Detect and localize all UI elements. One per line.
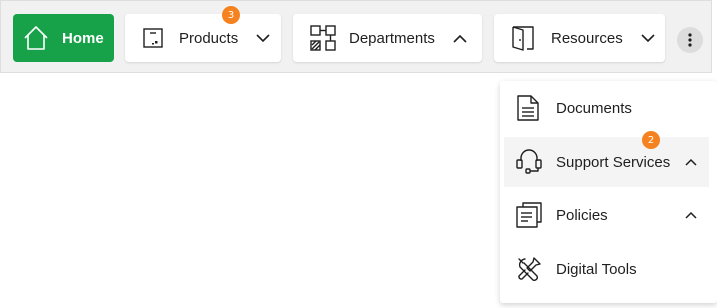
menu-item-documents[interactable]: Documents: [504, 83, 709, 133]
menu-item-label: Digital Tools: [556, 260, 637, 278]
wrench-screwdriver-icon: [516, 256, 542, 282]
org-grid-icon: [310, 25, 336, 51]
documents-stack-icon: [516, 202, 542, 228]
home-label: Home: [62, 29, 104, 47]
menu-item-policies[interactable]: Policies: [504, 190, 709, 240]
chevron-up-icon: [453, 34, 467, 43]
menu-item-support-services[interactable]: Support Services: [504, 137, 709, 187]
more-vertical-icon: [688, 33, 692, 47]
top-navigation-bar: Home Products 3 Departments Resources: [0, 0, 712, 73]
products-badge: 3: [222, 6, 240, 24]
home-icon: [23, 25, 49, 51]
support-services-badge: 2: [642, 131, 660, 149]
resources-label: Resources: [551, 29, 623, 47]
box-icon: [143, 28, 163, 48]
door-icon: [512, 25, 534, 51]
menu-item-label: Support Services: [556, 153, 671, 171]
document-icon: [516, 95, 540, 121]
menu-item-label: Documents: [556, 99, 632, 117]
departments-button[interactable]: Departments: [293, 14, 482, 62]
overflow-dropdown-menu: Documents Support Services 2 Policies Di…: [500, 81, 717, 303]
chevron-down-icon: [641, 33, 655, 43]
departments-label: Departments: [349, 29, 435, 47]
products-button[interactable]: Products: [125, 14, 281, 62]
menu-item-digital-tools[interactable]: Digital Tools: [504, 244, 709, 294]
home-button[interactable]: Home: [13, 14, 114, 62]
chevron-up-icon: [685, 158, 697, 166]
resources-button[interactable]: Resources: [494, 14, 665, 62]
chevron-down-icon: [256, 33, 270, 43]
chevron-up-icon: [685, 211, 697, 219]
products-label: Products: [179, 29, 239, 47]
more-options-button[interactable]: [677, 27, 703, 53]
menu-item-label: Policies: [556, 206, 608, 224]
headset-icon: [516, 149, 542, 175]
